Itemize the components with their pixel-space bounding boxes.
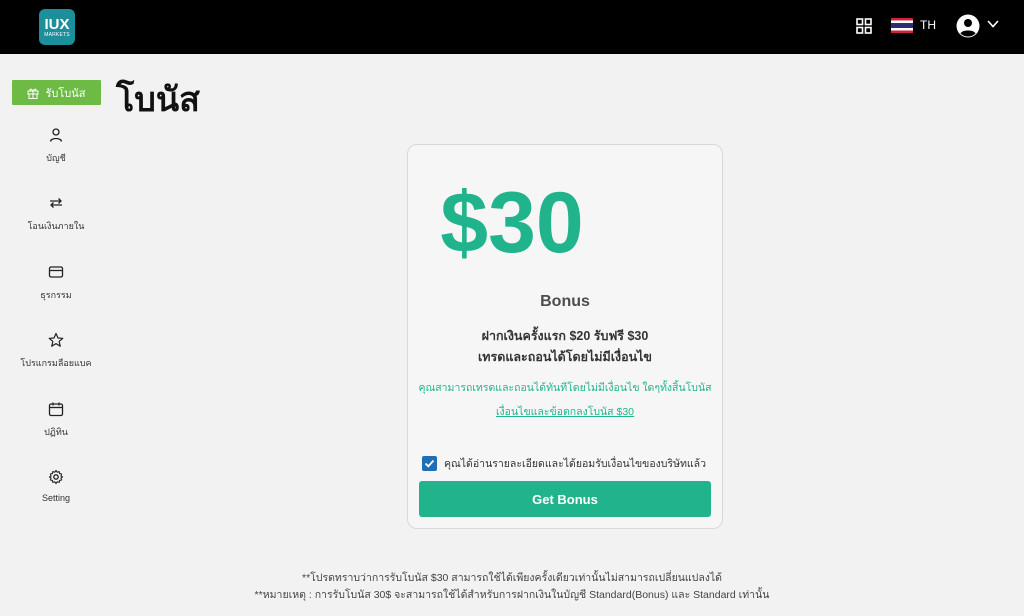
page-title: โบนัส [116, 81, 200, 119]
agree-checkbox[interactable] [422, 455, 437, 471]
bonus-description-line1: ฝากเงินครั้งแรก $20 รับฟรี $30 [481, 329, 649, 343]
star-icon [48, 332, 64, 347]
agree-label: คุณได้อ่านรายละเอียดและได้ยอมรับเงื่อนไข… [444, 457, 707, 470]
bonus-terms-link[interactable]: เงื่อนไขและข้อตกลงโบนัส $30 [496, 406, 634, 418]
logo-sub-text: MARKETS [44, 31, 70, 38]
checkmark-icon [424, 459, 435, 468]
calendar-icon [48, 402, 64, 417]
sidebar-item-setting[interactable]: Setting [0, 469, 112, 503]
chevron-down-icon[interactable] [987, 19, 999, 29]
sidebar-item-calendar[interactable]: ปฏิทิน [0, 401, 112, 439]
terms-link-row: เงื่อนไขและข้อตกลงโบนัส $30 [407, 403, 723, 420]
sidebar: รับโบนัส บัญชี โอนเงินภายใน ธุรกรรม โปรแ… [0, 54, 112, 616]
sidebar-item-cashback[interactable]: โปรแกรมลือยแบค [0, 332, 112, 370]
sidebar-item-label: โปรแกรมลือยแบค [20, 358, 92, 368]
sidebar-bonus-label: รับโบนัส [45, 87, 86, 100]
sidebar-item-label: Setting [41, 493, 71, 503]
agree-row: คุณได้อ่านรายละเอียดและได้ยอมรับเงื่อนไข… [422, 455, 706, 471]
bonus-label: Bonus [540, 293, 590, 310]
sidebar-item-label: บัญชี [46, 153, 66, 163]
grid-icon[interactable] [856, 18, 872, 34]
language-label[interactable]: TH [920, 18, 936, 32]
logo-main-text: IUX [44, 15, 70, 33]
bonus-description-line2: เทรดและถอนได้โดยไม่มีเงื่อนไข [478, 350, 652, 364]
user-avatar-icon[interactable] [956, 14, 980, 38]
top-bar: IUX MARKETS TH [0, 0, 1024, 54]
gift-icon [27, 88, 39, 99]
gear-icon [48, 469, 64, 485]
user-icon [49, 128, 63, 142]
sidebar-item-label: ปฏิทิน [44, 427, 68, 437]
footer-note-line2: **หมายเหตุ : การรับโบนัส 30$ จะสามารถใช้… [254, 589, 770, 601]
iux-logo[interactable]: IUX MARKETS [39, 9, 75, 45]
get-bonus-button[interactable]: Get Bonus [419, 481, 711, 517]
sidebar-item-label: ธุรกรรม [40, 290, 72, 300]
footer-note-line1: **โปรดทราบว่าการรับโบนัส $30 สามารถใช้ได… [302, 572, 722, 584]
sidebar-bonus-button[interactable]: รับโบนัส [12, 80, 101, 105]
sidebar-item-account[interactable]: บัญชี [0, 127, 112, 165]
thailand-flag-icon[interactable] [891, 18, 913, 33]
bonus-note: คุณสามารถเทรดและถอนได้ทันทีโดยไม่มีเงื่อ… [418, 382, 712, 394]
bonus-amount: $30 [440, 175, 584, 271]
